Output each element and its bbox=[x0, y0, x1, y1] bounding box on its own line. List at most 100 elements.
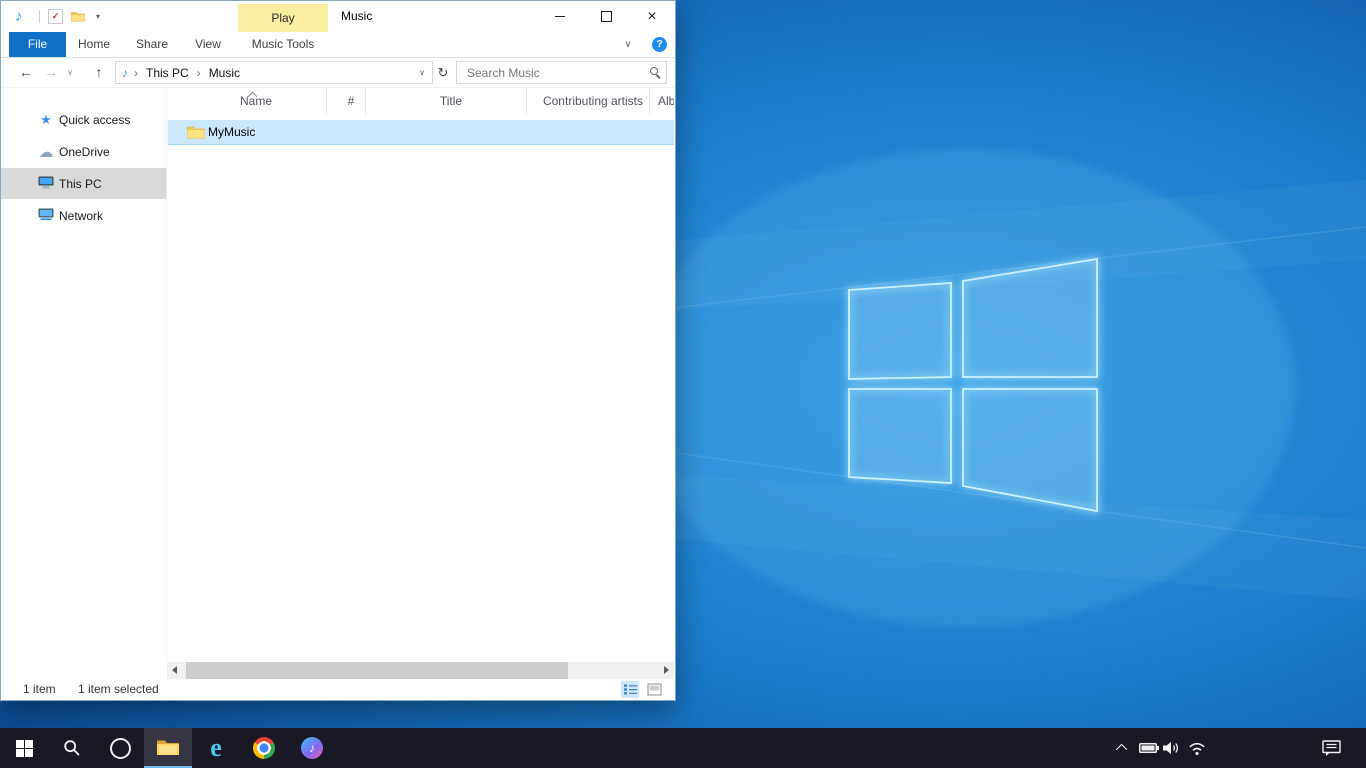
address-location-icon: ♪ bbox=[122, 66, 128, 80]
sort-ascending-icon bbox=[248, 92, 258, 102]
sidebar-item-network[interactable]: Network bbox=[1, 200, 166, 231]
column-header-row: Name # Title Contributing artists Alb bbox=[168, 88, 674, 115]
small-folder-icon bbox=[71, 11, 85, 22]
file-name: MyMusic bbox=[208, 125, 255, 139]
file-explorer-icon bbox=[156, 738, 180, 756]
search-box[interactable] bbox=[456, 61, 667, 84]
chevron-up-icon bbox=[1116, 744, 1127, 755]
sidebar-item-onedrive[interactable]: ☁ OneDrive bbox=[1, 136, 166, 167]
taskbar-file-explorer-button[interactable] bbox=[144, 728, 192, 768]
address-dropdown-caret-icon[interactable]: ∨ bbox=[419, 68, 425, 77]
scrollbar-thumb[interactable] bbox=[186, 662, 568, 679]
app-music-note-icon[interactable]: ♪ bbox=[15, 1, 23, 32]
close-icon: × bbox=[647, 8, 656, 26]
navigation-bar: ← → ∨ ↑ ♪ › This PC › Music ∨ ↻ bbox=[1, 58, 675, 88]
check-icon: ✓ bbox=[48, 9, 63, 24]
taskbar-search-button[interactable] bbox=[48, 728, 96, 768]
column-header-album[interactable]: Alb bbox=[649, 88, 674, 115]
taskbar-internet-explorer-button[interactable]: e bbox=[192, 728, 240, 768]
tray-show-hidden-icons-button[interactable] bbox=[1110, 728, 1136, 768]
scroll-left-arrow-icon[interactable] bbox=[172, 666, 177, 674]
qat-properties-button[interactable]: ✓ bbox=[47, 8, 64, 25]
music-app-icon: ♪ bbox=[301, 737, 323, 759]
breadcrumb-music[interactable]: Music bbox=[203, 66, 246, 80]
taskbar-chrome-button[interactable] bbox=[240, 728, 288, 768]
title-bar: ♪ ✓ ▾ Play Music × bbox=[1, 1, 675, 32]
sidebar-item-quick-access[interactable]: ★ Quick access bbox=[1, 104, 166, 135]
star-icon: ★ bbox=[37, 112, 55, 128]
start-button[interactable] bbox=[0, 728, 48, 768]
maximize-icon bbox=[601, 11, 612, 22]
cloud-icon: ☁ bbox=[37, 143, 55, 161]
forward-button[interactable]: → bbox=[41, 58, 61, 87]
sidebar-item-label: Quick access bbox=[59, 113, 130, 127]
close-button[interactable]: × bbox=[629, 1, 675, 32]
details-view-toggle[interactable] bbox=[621, 681, 639, 698]
battery-icon bbox=[1139, 743, 1159, 753]
ribbon-tab-row: File Home Share View Music Tools ∨ ? bbox=[1, 32, 675, 58]
tray-network-button[interactable] bbox=[1184, 728, 1210, 768]
back-button[interactable]: ← bbox=[15, 58, 37, 87]
qat-customize-caret-icon[interactable]: ▾ bbox=[91, 1, 105, 32]
address-bar[interactable]: ♪ › This PC › Music ∨ bbox=[115, 61, 433, 84]
action-center-icon bbox=[1322, 740, 1341, 757]
selection-count: 1 item selected bbox=[78, 679, 159, 700]
breadcrumb-chevron-icon[interactable]: › bbox=[197, 66, 201, 80]
horizontal-scrollbar[interactable] bbox=[167, 662, 674, 679]
status-bar: 1 item 1 item selected bbox=[1, 679, 675, 700]
tab-home[interactable]: Home bbox=[71, 32, 117, 57]
search-icon bbox=[63, 739, 81, 757]
chrome-icon bbox=[253, 737, 275, 759]
tray-volume-button[interactable] bbox=[1158, 728, 1184, 768]
minimize-button[interactable] bbox=[537, 1, 583, 32]
cortana-icon bbox=[110, 738, 131, 759]
windows-logo-icon bbox=[16, 740, 33, 757]
navigation-pane: ★ Quick access ☁ OneDrive This PC bbox=[1, 88, 167, 660]
breadcrumb-this-pc[interactable]: This PC bbox=[140, 66, 195, 80]
sidebar-item-label: Network bbox=[59, 209, 103, 223]
search-input[interactable] bbox=[457, 62, 647, 83]
minimize-icon bbox=[555, 16, 565, 17]
ribbon-expand-caret-icon[interactable]: ∨ bbox=[617, 32, 639, 57]
explorer-window: ♪ ✓ ▾ Play Music × File Home Share View bbox=[0, 0, 676, 701]
help-button[interactable]: ? bbox=[652, 37, 667, 52]
breadcrumb-chevron-icon[interactable]: › bbox=[134, 66, 138, 80]
tab-music-tools[interactable]: Music Tools bbox=[238, 32, 328, 57]
maximize-button[interactable] bbox=[583, 1, 629, 32]
column-header-number[interactable]: # bbox=[326, 88, 365, 115]
wifi-icon bbox=[1187, 741, 1207, 756]
up-button[interactable]: ↑ bbox=[89, 58, 109, 87]
computer-icon bbox=[37, 176, 55, 192]
speaker-icon bbox=[1163, 741, 1179, 755]
refresh-icon[interactable]: ↻ bbox=[434, 61, 452, 84]
details-view-icon bbox=[623, 683, 638, 696]
thumbnails-view-icon bbox=[647, 683, 662, 696]
taskbar-music-app-button[interactable]: ♪ bbox=[288, 728, 336, 768]
search-icon[interactable] bbox=[650, 67, 658, 75]
network-icon bbox=[37, 208, 55, 224]
thumbnails-view-toggle[interactable] bbox=[645, 681, 663, 698]
taskbar: e ♪ bbox=[0, 728, 1366, 768]
column-header-contributing-artists[interactable]: Contributing artists bbox=[526, 88, 649, 115]
tab-share[interactable]: Share bbox=[129, 32, 175, 57]
desktop[interactable]: ♪ ✓ ▾ Play Music × File Home Share View bbox=[0, 0, 1366, 768]
file-row-mymusic[interactable]: MyMusic bbox=[168, 120, 674, 145]
window-title: Music bbox=[341, 1, 372, 32]
qat-separator bbox=[39, 10, 40, 23]
column-header-name[interactable]: Name bbox=[168, 88, 326, 115]
scroll-right-arrow-icon[interactable] bbox=[664, 666, 669, 674]
sidebar-item-label: OneDrive bbox=[59, 145, 110, 159]
action-center-button[interactable] bbox=[1318, 728, 1344, 768]
sidebar-item-label: This PC bbox=[59, 177, 102, 191]
tab-view[interactable]: View bbox=[187, 32, 229, 57]
column-header-title[interactable]: Title bbox=[365, 88, 526, 115]
help-icon: ? bbox=[656, 39, 662, 50]
contextual-group-play[interactable]: Play bbox=[238, 4, 328, 32]
folder-icon bbox=[187, 125, 205, 142]
cortana-button[interactable] bbox=[96, 728, 144, 768]
recent-locations-caret-icon[interactable]: ∨ bbox=[63, 58, 77, 87]
qat-new-folder-button[interactable] bbox=[69, 8, 86, 25]
tab-file[interactable]: File bbox=[9, 32, 66, 57]
sidebar-item-this-pc[interactable]: This PC bbox=[1, 168, 166, 199]
item-count: 1 item bbox=[23, 679, 56, 700]
